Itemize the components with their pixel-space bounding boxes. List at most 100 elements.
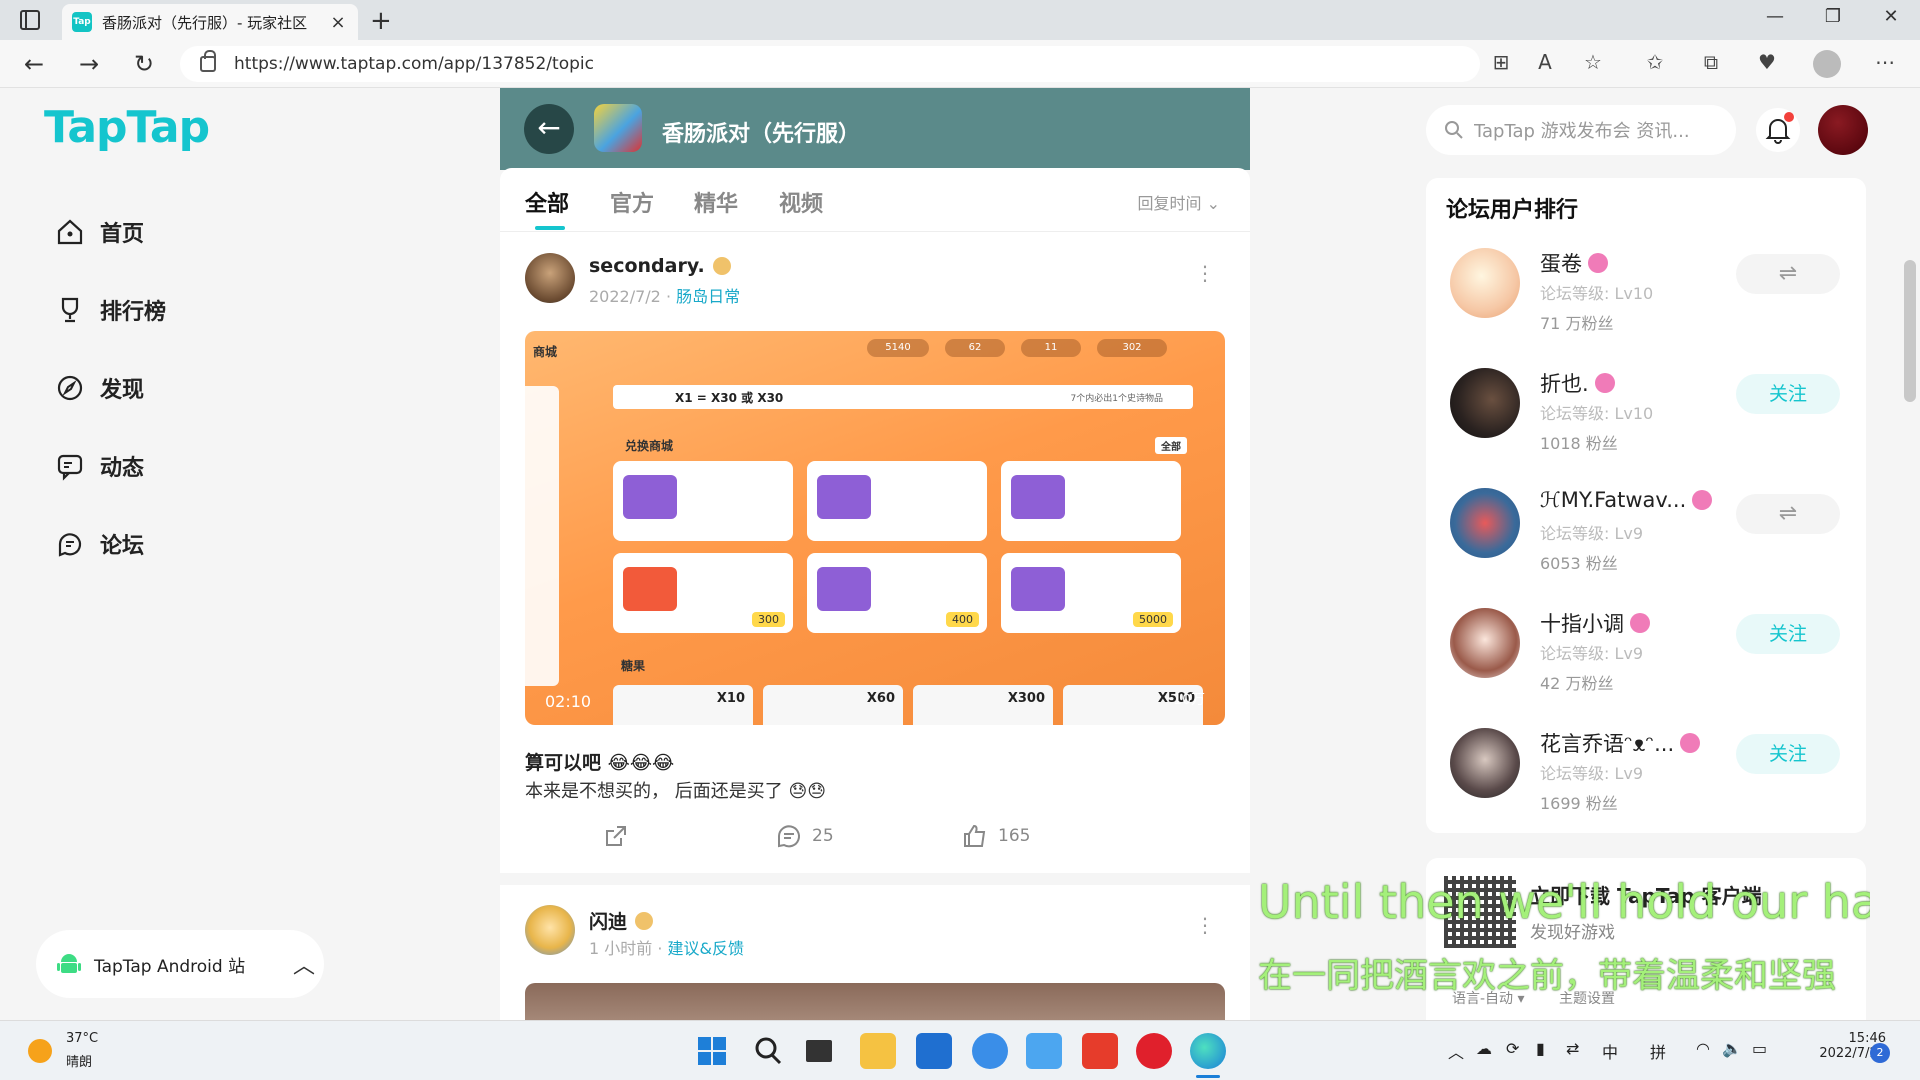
search-taskbar-icon[interactable] (750, 1033, 786, 1069)
close-window-icon[interactable]: ✕ (1876, 6, 1906, 27)
wifi-icon[interactable]: ◠ (1696, 1039, 1710, 1058)
ranked-user-avatar[interactable] (1450, 488, 1520, 558)
browser-tab[interactable]: Tap 香肠派对（先行服）- 玩家社区 × (62, 4, 358, 40)
more-options-icon[interactable]: ⋮ (1195, 261, 1216, 285)
tab-video[interactable]: 视频 (779, 186, 823, 218)
tab-all[interactable]: 全部 (525, 186, 569, 230)
tab-featured[interactable]: 精华 (694, 186, 738, 218)
office-icon[interactable] (1082, 1033, 1118, 1069)
tray-stats-icon[interactable]: ▮ (1536, 1039, 1545, 1058)
maximize-icon[interactable]: ❐ (1818, 6, 1848, 27)
like-button[interactable]: 165 (962, 823, 1030, 849)
back-icon[interactable]: ← (18, 48, 50, 80)
add-favorite-icon[interactable]: ☆ (1578, 50, 1608, 74)
ranked-user-name[interactable]: ℋMY.Fatwav... (1540, 488, 1713, 512)
tray-overflow-icon[interactable]: ︿ (1448, 1039, 1464, 1063)
post-image[interactable] (525, 983, 1225, 1020)
nav-item-ranking[interactable]: 排行榜 (54, 290, 166, 330)
settings-menu-icon[interactable]: ⋯ (1870, 50, 1900, 74)
refresh-icon[interactable]: ↻ (128, 48, 160, 80)
tab-actions-icon[interactable] (20, 10, 40, 30)
post-topic-link[interactable]: 肠岛日常 (676, 287, 740, 306)
address-bar[interactable]: https://www.taptap.com/app/137852/topic (180, 46, 1480, 82)
nav-item-feed[interactable]: 动态 (54, 446, 144, 486)
page-scrollbar[interactable] (1900, 88, 1920, 1020)
ime-pinyin[interactable]: 拼 (1650, 1039, 1666, 1063)
mutual-follow-button[interactable]: ⇌ (1736, 494, 1840, 534)
weather-temperature[interactable]: 37°C (66, 1031, 98, 1046)
ranked-user-name[interactable]: 花言乔语ᵔᴥᵔ... (1540, 728, 1701, 758)
post-card[interactable]: secondary. 2022/7/2 · 肠岛日常 ⋮ 商城 5140 62 … (500, 253, 1250, 848)
scrollbar-thumb[interactable] (1904, 260, 1916, 402)
rank-row[interactable]: 蛋卷 论坛等级: Lv10 71 万粉丝 ⇌ (1426, 248, 1866, 358)
favorites-icon[interactable]: ✩ (1640, 50, 1670, 74)
back-arrow-icon[interactable]: ← (524, 104, 574, 154)
nav-item-forum[interactable]: 论坛 (54, 524, 144, 564)
author-avatar[interactable] (525, 905, 575, 955)
lock-icon[interactable] (200, 50, 216, 72)
sort-dropdown[interactable]: 回复时间 ⌄ (1137, 190, 1220, 214)
mail-icon[interactable] (916, 1033, 952, 1069)
browser-essentials-icon[interactable]: ♥ (1752, 50, 1782, 74)
profile-icon[interactable] (1813, 50, 1841, 78)
notification-count-badge[interactable]: 2 (1870, 1043, 1890, 1063)
nav-item-home[interactable]: 首页 (54, 212, 144, 252)
author-name[interactable]: secondary. (589, 255, 731, 277)
post-body[interactable]: 本来是不想买的， 后面还是买了 😓😓 (525, 777, 826, 803)
edge-browser-icon[interactable] (1190, 1033, 1226, 1069)
ranked-user-avatar[interactable] (1450, 368, 1520, 438)
tray-sync-icon[interactable]: ⇄ (1566, 1039, 1579, 1058)
follow-button[interactable]: 关注 (1736, 614, 1840, 654)
forward-icon[interactable]: → (73, 48, 105, 80)
comment-button[interactable]: 25 (776, 823, 834, 849)
search-input[interactable]: TapTap 游戏发布会 资讯... (1426, 105, 1736, 155)
ranked-user-name[interactable]: 折也. (1540, 368, 1615, 398)
post-topic-link[interactable]: 建议&反馈 (668, 939, 744, 958)
app-icon[interactable] (972, 1033, 1008, 1069)
weather-sun-icon[interactable] (28, 1039, 52, 1063)
notifications-button[interactable] (1756, 108, 1800, 152)
ranked-user-avatar[interactable] (1450, 248, 1520, 318)
volume-icon[interactable]: 🔈 (1722, 1039, 1742, 1058)
weather-description[interactable]: 晴朗 (66, 1051, 92, 1070)
ranked-user-avatar[interactable] (1450, 728, 1520, 798)
onedrive-icon[interactable]: ☁ (1476, 1039, 1492, 1058)
game-icon[interactable] (594, 104, 642, 152)
ranked-user-name[interactable]: 蛋卷 (1540, 248, 1608, 278)
battery-icon[interactable]: ▭ (1752, 1039, 1767, 1058)
ranked-user-name[interactable]: 十指小调 (1540, 608, 1650, 638)
rank-row[interactable]: 十指小调 论坛等级: Lv9 42 万粉丝 关注 (1426, 608, 1866, 718)
more-options-icon[interactable]: ⋮ (1195, 913, 1216, 937)
mutual-follow-button[interactable]: ⇌ (1736, 254, 1840, 294)
android-site-switcher[interactable]: TapTap Android 站 ︿ (36, 930, 324, 998)
chevron-up-icon[interactable]: ︿ (284, 948, 324, 980)
cloud-icon[interactable] (1026, 1033, 1062, 1069)
netease-music-icon[interactable] (1136, 1033, 1172, 1069)
new-tab-icon[interactable]: + (370, 6, 392, 36)
file-explorer-icon[interactable] (860, 1033, 896, 1069)
share-button[interactable] (603, 823, 639, 849)
ime-mode[interactable]: 中 (1602, 1039, 1618, 1063)
nav-item-discover[interactable]: 发现 (54, 368, 144, 408)
post-card[interactable]: 闪迪 1 小时前 · 建议&反馈 ⋮ (500, 905, 1250, 1020)
follow-button[interactable]: 关注 (1736, 734, 1840, 774)
tab-close-icon[interactable]: × (328, 12, 348, 33)
post-video-thumbnail[interactable]: 商城 5140 62 11 302 X1 = X30 或 X30 7个内必出1个… (525, 331, 1225, 725)
author-avatar[interactable] (525, 253, 575, 303)
rank-row[interactable]: ℋMY.Fatwav... 论坛等级: Lv9 6053 粉丝 ⇌ (1426, 488, 1866, 598)
tray-app-icon[interactable]: ⟳ (1506, 1039, 1519, 1058)
ranked-user-avatar[interactable] (1450, 608, 1520, 678)
author-name[interactable]: 闪迪 (589, 907, 654, 934)
tab-official[interactable]: 官方 (610, 186, 654, 218)
app-available-icon[interactable]: ⊞ (1486, 50, 1516, 74)
post-title[interactable]: 算可以吧 😂😂😂 (525, 748, 674, 775)
taptap-logo[interactable]: TapTap (44, 102, 210, 153)
follow-button[interactable]: 关注 (1736, 374, 1840, 414)
collections-icon[interactable]: ⧉ (1696, 50, 1726, 74)
rank-row[interactable]: 折也. 论坛等级: Lv10 1018 粉丝 关注 (1426, 368, 1866, 478)
minimize-icon[interactable]: — (1760, 6, 1790, 27)
task-view-icon[interactable] (806, 1040, 832, 1062)
start-icon[interactable] (694, 1033, 730, 1069)
read-aloud-icon[interactable]: A (1530, 50, 1560, 74)
rank-row[interactable]: 花言乔语ᵔᴥᵔ... 论坛等级: Lv9 1699 粉丝 关注 (1426, 728, 1866, 838)
